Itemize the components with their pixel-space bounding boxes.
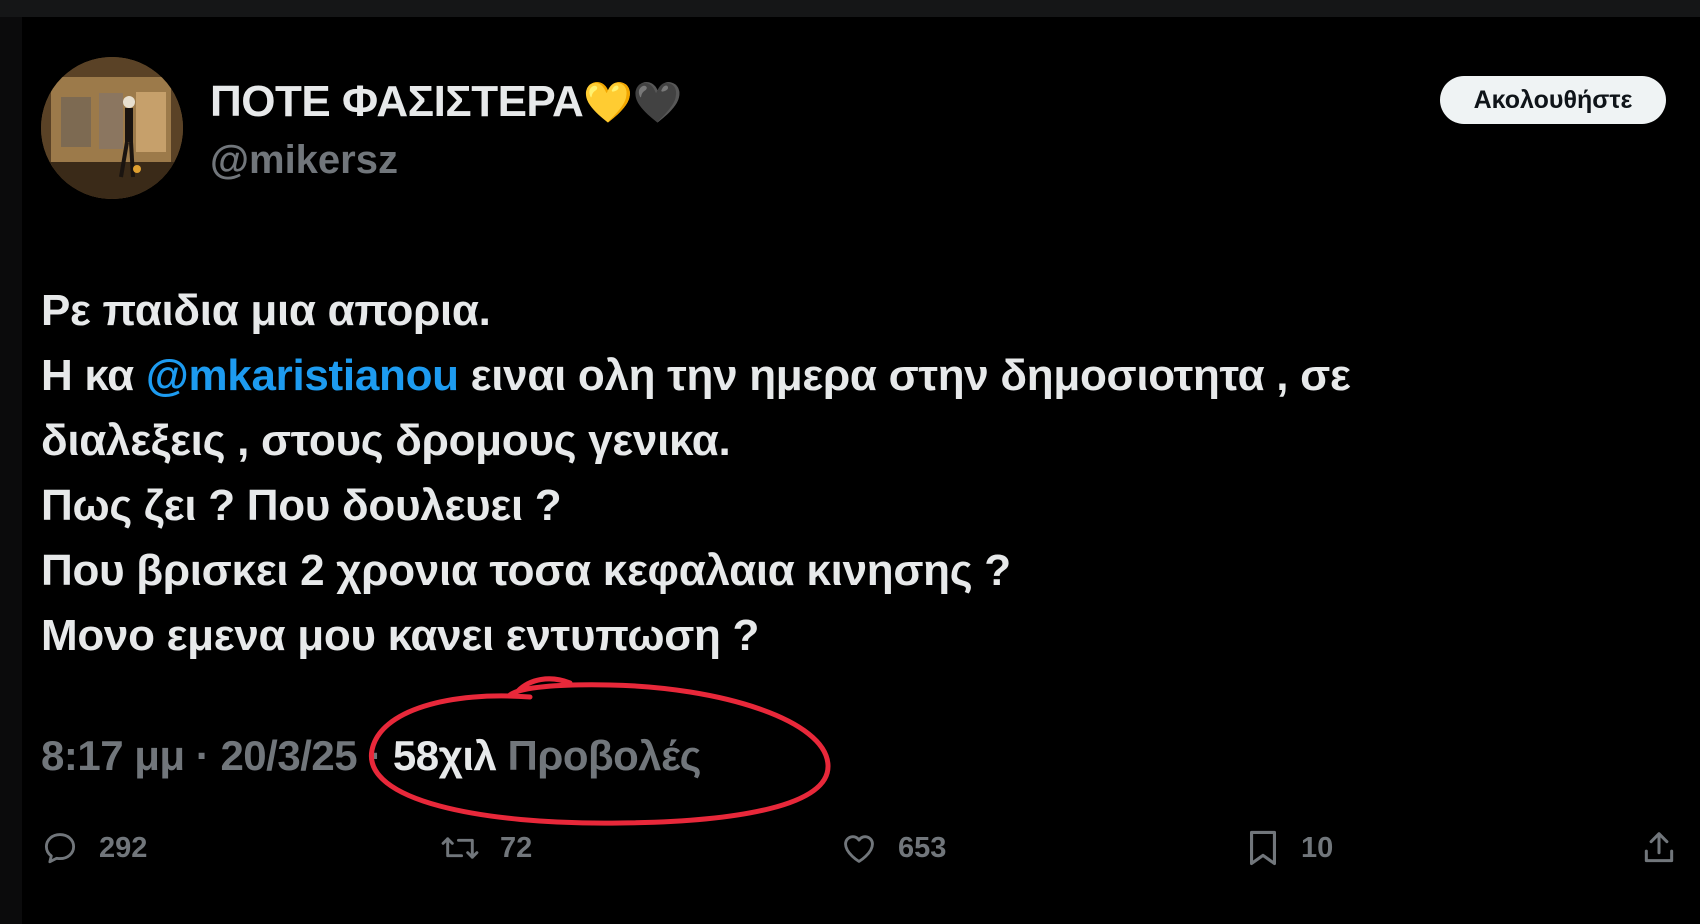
- tweet-line-2-prefix: Η κα: [41, 351, 146, 400]
- share-icon: [1644, 832, 1674, 863]
- views-label: Προβολές: [507, 732, 702, 779]
- avatar[interactable]: [41, 57, 183, 199]
- reply-button[interactable]: 292: [41, 825, 147, 871]
- tweet-time[interactable]: 8:17 μμ: [41, 732, 185, 779]
- like-count: 653: [898, 831, 947, 864]
- bookmark-count: 10: [1301, 831, 1334, 864]
- bookmark-icon: [1249, 830, 1277, 866]
- tweet-meta: 8:17 μμ · 20/3/25 · 58χιλ Προβολές: [41, 728, 701, 784]
- tweet-text: Ρε παιδια μια απορια. Η κα @mkaristianou…: [41, 278, 1641, 668]
- display-name-text: ΠΟΤΕ ΦΑΣΙΣΤΕΡΑ: [210, 77, 584, 126]
- tweet-line-2: Η κα @mkaristianou ειναι ολη την ημερα σ…: [41, 343, 1641, 408]
- views-count: 58χιλ: [392, 732, 497, 779]
- tweet-line-3: διαλεξεις , στους δρομους γενικα.: [41, 416, 731, 465]
- tweet-date[interactable]: 20/3/25: [220, 732, 357, 779]
- tweet-line-2-suffix: ειναι ολη την ημερα στην δημοσιοτητα , σ…: [458, 351, 1351, 400]
- mention-link[interactable]: @mkaristianou: [146, 351, 459, 400]
- reply-icon: [44, 833, 76, 864]
- avatar-image: [41, 57, 183, 199]
- repost-count: 72: [500, 831, 533, 864]
- tweet-line-4: Πως ζει ? Που δουλευει ?: [41, 481, 562, 530]
- meta-separator-1: ·: [184, 732, 221, 779]
- reply-count: 292: [99, 831, 148, 864]
- user-handle[interactable]: @mikersz: [210, 134, 398, 186]
- left-strip: [0, 17, 22, 924]
- heart-icon: [844, 835, 874, 863]
- name-emojis: 💛🖤: [583, 80, 682, 126]
- bookmark-button[interactable]: 10: [1245, 825, 1333, 871]
- top-bar: [0, 0, 1700, 17]
- tweet-line-5: Που βρισκει 2 χρονια τοσα κεφαλαια κινησ…: [41, 546, 1011, 595]
- tweet-line-6: Μονο εμενα μου κανει εντυπωση ?: [41, 611, 760, 660]
- tweet-line-1: Ρε παιδια μια απορια.: [41, 286, 491, 335]
- repost-icon: [441, 837, 479, 859]
- repost-button[interactable]: 72: [440, 825, 532, 871]
- meta-separator-2: ·: [357, 732, 393, 779]
- share-button[interactable]: [1640, 825, 1698, 871]
- like-button[interactable]: 653: [840, 825, 946, 871]
- display-name[interactable]: ΠΟΤΕ ΦΑΣΙΣΤΕΡΑ💛🖤: [210, 74, 682, 131]
- follow-button[interactable]: Ακολουθήστε: [1440, 76, 1666, 124]
